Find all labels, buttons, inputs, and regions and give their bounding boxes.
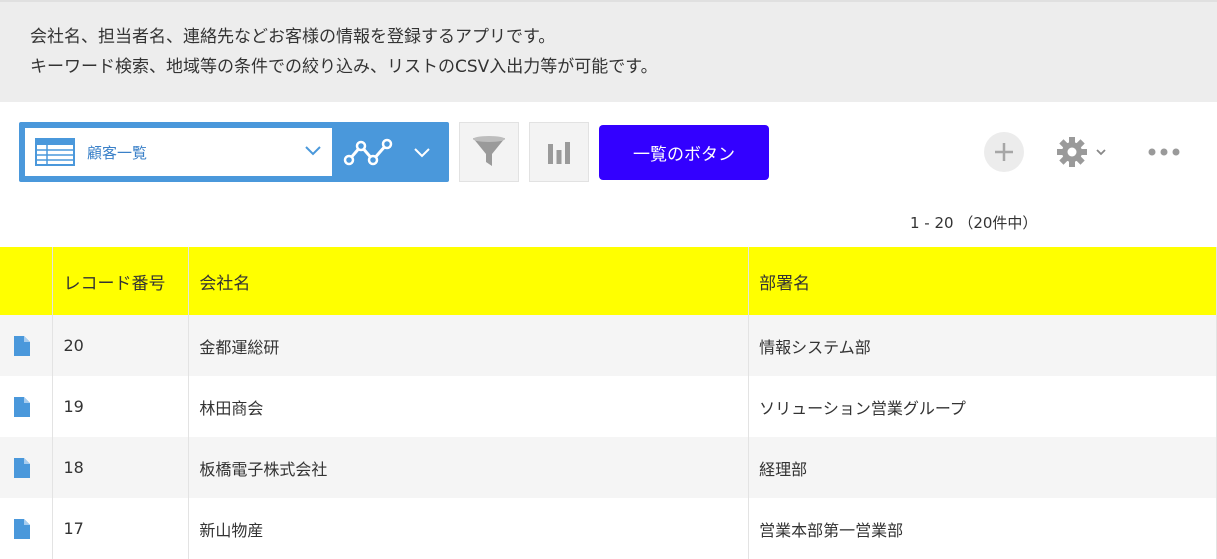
department-cell: 情報システム部 — [748, 315, 1217, 376]
add-record-button[interactable] — [984, 132, 1024, 172]
table-row[interactable]: 18 板橋電子株式会社 経理部 — [0, 437, 1217, 498]
record-number-cell: 17 — [52, 498, 190, 559]
toolbar: 顧客一覧 一覧のボタン — [0, 102, 1217, 212]
company-cell: 新山物産 — [188, 498, 750, 559]
department-cell: 経理部 — [748, 437, 1217, 498]
settings-button[interactable] — [1056, 134, 1112, 170]
chevron-down-icon — [1096, 149, 1106, 156]
filter-icon — [473, 136, 505, 166]
table-view-icon — [35, 138, 75, 166]
company-cell: 金都運総研 — [188, 315, 750, 376]
chevron-down-icon — [414, 148, 430, 158]
filter-button[interactable] — [459, 122, 519, 182]
record-number-cell: 18 — [52, 437, 190, 498]
chart-button[interactable] — [529, 122, 589, 182]
graph-icon — [343, 138, 393, 166]
document-icon[interactable] — [14, 335, 30, 356]
chevron-down-icon — [305, 146, 321, 156]
pagination-info: 1 - 20 （20件中） — [910, 214, 1038, 232]
record-number-cell: 20 — [52, 315, 190, 376]
column-header-icon — [0, 247, 54, 315]
table-row[interactable]: 19 林田商会 ソリューション営業グループ — [0, 376, 1217, 437]
document-icon[interactable] — [14, 457, 30, 478]
graph-button[interactable] — [339, 128, 397, 176]
description-line-1: 会社名、担当者名、連絡先などお客様の情報を登録するアプリです。 — [30, 27, 556, 47]
row-detail-cell[interactable] — [0, 376, 54, 437]
more-icon — [1148, 148, 1180, 156]
table-header-row: レコード番号 会社名 部署名 — [0, 247, 1217, 315]
description-line-2: キーワード検索、地域等の条件での絞り込み、リストのCSV入出力等が可能です。 — [30, 57, 658, 77]
document-icon[interactable] — [14, 396, 30, 417]
company-cell: 板橋電子株式会社 — [188, 437, 750, 498]
table-row[interactable]: 17 新山物産 営業本部第一営業部 — [0, 498, 1217, 559]
table-row[interactable]: 20 金都運総研 情報システム部 — [0, 315, 1217, 376]
column-header-company[interactable]: 会社名 — [188, 247, 750, 315]
row-detail-cell[interactable] — [0, 498, 54, 559]
document-icon[interactable] — [14, 518, 30, 539]
custom-list-button[interactable]: 一覧のボタン — [599, 125, 769, 180]
view-selector-group: 顧客一覧 — [19, 122, 449, 182]
plus-icon — [995, 143, 1013, 161]
graph-dropdown-button[interactable] — [407, 140, 437, 166]
column-header-department[interactable]: 部署名 — [748, 247, 1217, 315]
app-description: 会社名、担当者名、連絡先などお客様の情報を登録するアプリです。 キーワード検索、… — [0, 0, 1217, 102]
more-options-button[interactable] — [1144, 140, 1184, 164]
row-detail-cell[interactable] — [0, 315, 54, 376]
view-select-label: 顧客一覧 — [87, 143, 148, 162]
department-cell: 営業本部第一営業部 — [748, 498, 1217, 559]
record-table: レコード番号 会社名 部署名 20 金都運総研 情報システム部 19 林田商会 — [0, 247, 1217, 559]
department-cell: ソリューション営業グループ — [748, 376, 1217, 437]
column-header-record-number[interactable]: レコード番号 — [52, 247, 190, 315]
gear-icon — [1057, 137, 1087, 167]
view-select[interactable]: 顧客一覧 — [25, 128, 332, 176]
row-detail-cell[interactable] — [0, 437, 54, 498]
company-cell: 林田商会 — [188, 376, 750, 437]
bar-chart-icon — [548, 142, 570, 164]
record-number-cell: 19 — [52, 376, 190, 437]
